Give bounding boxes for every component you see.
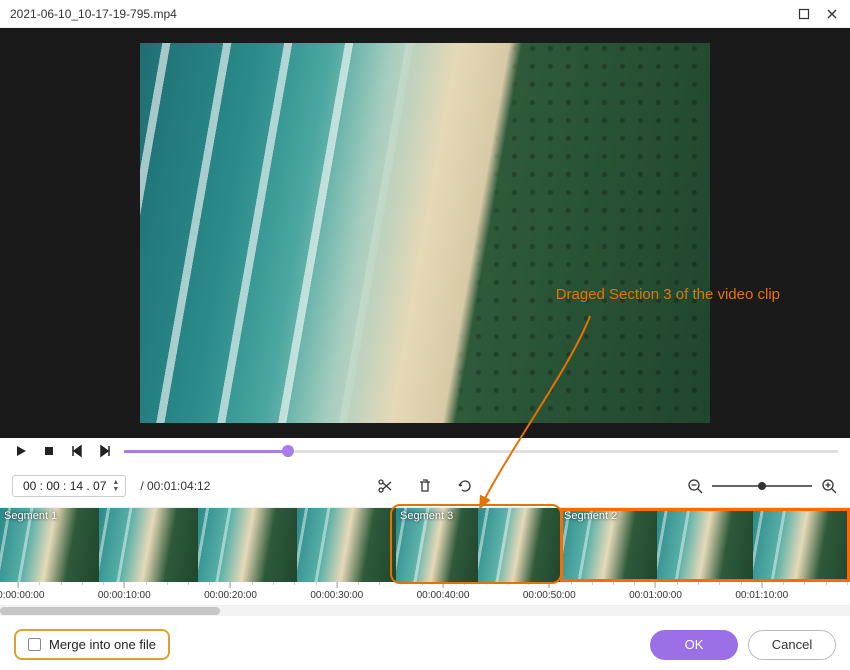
play-icon[interactable] — [12, 442, 30, 460]
timeline-thumbnail[interactable] — [297, 508, 396, 582]
merge-label: Merge into one file — [49, 637, 156, 652]
timeline-track[interactable]: Segment 1 Segment 3 Segment 2 — [0, 508, 850, 582]
cancel-button[interactable]: Cancel — [748, 630, 836, 660]
edit-toolbar: 00 : 00 : 14 . 07 ▲▼ / 00:01:04:12 — [0, 464, 850, 508]
zoom-out-icon[interactable] — [686, 477, 704, 495]
footer-bar: Merge into one file OK Cancel — [0, 629, 850, 660]
close-icon[interactable] — [824, 6, 840, 22]
ruler-tick: 00:00:20:00 — [204, 582, 257, 601]
segment-label: Segment 2 — [564, 510, 617, 522]
total-duration: / 00:01:04:12 — [140, 479, 210, 493]
merge-into-one-file-checkbox[interactable]: Merge into one file — [14, 629, 170, 660]
segment-label: Segment 3 — [400, 510, 453, 522]
scissors-icon[interactable] — [376, 477, 394, 495]
segment-label: Segment 1 — [4, 510, 57, 522]
zoom-in-icon[interactable] — [820, 477, 838, 495]
ruler-tick: 00:00:00:00 — [0, 582, 44, 601]
checkbox-icon — [28, 638, 41, 651]
timeline-scrollbar[interactable] — [0, 606, 850, 616]
progress-slider[interactable] — [124, 439, 838, 463]
next-frame-icon[interactable] — [96, 442, 114, 460]
timeline-thumbnail[interactable] — [753, 508, 850, 582]
rotate-icon[interactable] — [456, 477, 474, 495]
ruler-tick: 00:00:50:00 — [523, 582, 576, 601]
maximize-icon[interactable] — [796, 6, 812, 22]
timeline-thumbnail[interactable]: Segment 3 — [396, 508, 478, 582]
time-spinner[interactable]: ▲▼ — [112, 479, 119, 493]
timeline-thumbnail[interactable]: Segment 1 — [0, 508, 99, 582]
timeline-thumbnail[interactable] — [657, 508, 754, 582]
video-preview-area: Draged Section 3 of the video clip — [0, 28, 850, 438]
stop-icon[interactable] — [40, 442, 58, 460]
ruler-tick: 00:00:30:00 — [310, 582, 363, 601]
playback-controls — [0, 438, 850, 464]
ok-button[interactable]: OK — [650, 630, 738, 660]
timeline-ruler: 00:00:00:00 00:00:10:00 00:00:20:00 00:00:3… — [0, 582, 850, 606]
ruler-tick: 00:01:00:00 — [629, 582, 682, 601]
current-time-input[interactable]: 00 : 00 : 14 . 07 ▲▼ — [12, 475, 126, 497]
video-preview-frame[interactable] — [140, 43, 710, 423]
prev-frame-icon[interactable] — [68, 442, 86, 460]
trash-icon[interactable] — [416, 477, 434, 495]
ruler-tick: 00:00:40:00 — [417, 582, 470, 601]
zoom-slider[interactable] — [712, 485, 812, 487]
ruler-tick: 00:01:10:00 — [735, 582, 788, 601]
timeline-thumbnail[interactable] — [198, 508, 297, 582]
title-bar: 2021-06-10_10-17-19-795.mp4 — [0, 0, 850, 28]
timeline-thumbnail[interactable] — [478, 508, 560, 582]
window-controls — [796, 6, 840, 22]
ruler-tick: 00:00:10:00 — [98, 582, 151, 601]
timeline-thumbnail[interactable] — [99, 508, 198, 582]
current-time-value: 00 : 00 : 14 . 07 — [23, 479, 106, 493]
window-title: 2021-06-10_10-17-19-795.mp4 — [10, 7, 177, 21]
timeline-thumbnail[interactable]: Segment 2 — [560, 508, 657, 582]
zoom-controls — [686, 477, 838, 495]
